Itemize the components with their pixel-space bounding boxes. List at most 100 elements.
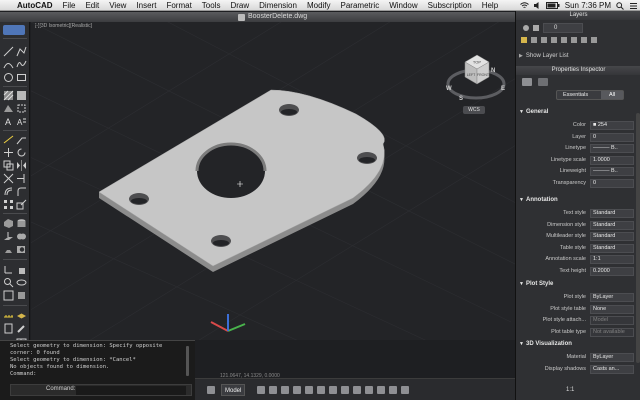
polyline-icon[interactable] xyxy=(16,46,27,57)
region-icon[interactable] xyxy=(3,103,14,114)
mtext-icon[interactable]: A xyxy=(16,116,27,127)
lineweight-icon[interactable] xyxy=(353,386,361,394)
property-value[interactable]: Standard xyxy=(590,232,634,241)
property-value[interactable]: ByLayer xyxy=(590,353,634,362)
battery-icon[interactable] xyxy=(545,2,560,9)
drawing-viewport[interactable]: [-][3D Isometric][Realistic] TOP LEFT FR… xyxy=(31,22,515,340)
menu-parametric[interactable]: Parametric xyxy=(336,1,385,10)
property-value[interactable]: 1:1 xyxy=(590,255,634,264)
section-plot-style[interactable]: ▼ Plot Style xyxy=(516,279,638,290)
annotation-scale-status[interactable]: 1:1 xyxy=(566,387,574,393)
menu-insert[interactable]: Insert xyxy=(131,1,161,10)
wcs-menu[interactable]: WCS xyxy=(463,106,485,114)
properties-icon[interactable] xyxy=(3,323,14,334)
viewcube-front-label[interactable]: FRONT xyxy=(477,73,490,77)
line-icon[interactable] xyxy=(3,46,14,57)
zoom-icon[interactable] xyxy=(3,277,14,288)
property-value[interactable]: 1.0000 xyxy=(590,155,634,165)
menu-file[interactable]: File xyxy=(58,1,81,10)
box-icon[interactable] xyxy=(3,218,14,229)
arc-icon[interactable] xyxy=(3,59,14,70)
boundary-icon[interactable] xyxy=(16,103,27,114)
section-3d-visualization[interactable]: ▼ 3D Visualization xyxy=(516,339,638,350)
new-layer-icon[interactable] xyxy=(521,37,527,43)
property-value[interactable]: ——— B.. xyxy=(590,144,634,153)
menu-tools[interactable]: Tools xyxy=(197,1,226,10)
circle-icon[interactable] xyxy=(3,72,14,83)
spline-icon[interactable] xyxy=(16,59,27,70)
annotation-monitor-icon[interactable] xyxy=(401,386,409,394)
property-value[interactable]: 0.2000 xyxy=(590,266,634,276)
transparency-icon[interactable] xyxy=(365,386,373,394)
dimension-icon[interactable] xyxy=(3,134,14,145)
layer-icon[interactable] xyxy=(16,310,27,321)
presspull-icon[interactable] xyxy=(3,244,14,255)
layer-previous-icon[interactable] xyxy=(571,37,577,43)
property-value[interactable]: Standard xyxy=(590,243,634,253)
volume-icon[interactable] xyxy=(533,2,541,9)
compass-west[interactable]: W xyxy=(446,86,452,92)
block-icon[interactable] xyxy=(16,290,27,301)
layer-walk-icon[interactable] xyxy=(581,37,587,43)
ortho-icon[interactable] xyxy=(281,386,289,394)
property-value[interactable]: Casts an... xyxy=(590,364,634,374)
move-icon[interactable] xyxy=(3,147,14,158)
tab-all[interactable]: All xyxy=(601,91,623,99)
ucs-icon[interactable] xyxy=(3,264,14,275)
dynamic-ucs-icon[interactable] xyxy=(329,386,337,394)
menu-edit[interactable]: Edit xyxy=(80,1,104,10)
command-scrollbar[interactable] xyxy=(186,346,189,376)
osnap-icon[interactable] xyxy=(305,386,313,394)
layer-off-icon[interactable] xyxy=(541,37,547,43)
array-icon[interactable] xyxy=(3,199,14,210)
select-objects-icon[interactable] xyxy=(538,78,548,86)
fillet-icon[interactable] xyxy=(16,186,27,197)
group-icon[interactable] xyxy=(3,290,14,301)
property-value[interactable]: None xyxy=(590,304,634,314)
property-value[interactable]: ByLayer xyxy=(590,293,634,302)
section-annotation[interactable]: ▼ Annotation xyxy=(516,195,638,206)
layer-isolate-icon[interactable] xyxy=(551,37,557,43)
property-value[interactable]: Standard xyxy=(590,209,634,218)
polar-icon[interactable] xyxy=(293,386,301,394)
hatch-icon[interactable] xyxy=(3,90,14,101)
layer-merge-icon[interactable] xyxy=(591,37,597,43)
property-value[interactable]: 0 xyxy=(590,178,634,188)
menu-format[interactable]: Format xyxy=(161,1,196,10)
mirror-icon[interactable] xyxy=(16,160,27,171)
leader-icon[interactable] xyxy=(16,134,27,145)
menu-subscription[interactable]: Subscription xyxy=(423,1,477,10)
selection-cycling-icon[interactable] xyxy=(389,386,397,394)
rotate-icon[interactable] xyxy=(16,147,27,158)
menu-draw[interactable]: Draw xyxy=(225,1,254,10)
viewcube-left-label[interactable]: LEFT xyxy=(467,73,476,77)
menu-window[interactable]: Window xyxy=(384,1,422,10)
layer-match-icon[interactable] xyxy=(561,37,567,43)
extend-icon[interactable] xyxy=(16,173,27,184)
wifi-icon[interactable] xyxy=(519,2,529,9)
layer-state-icon[interactable] xyxy=(523,25,529,31)
quick-properties-icon[interactable] xyxy=(377,386,385,394)
extrude-icon[interactable] xyxy=(3,231,14,242)
properties-scrollbar[interactable] xyxy=(636,113,640,363)
viewcube-top-label[interactable]: TOP xyxy=(473,60,481,65)
orbit-icon[interactable] xyxy=(16,277,27,288)
tab-essentials[interactable]: Essentials xyxy=(563,92,588,98)
menu-help[interactable]: Help xyxy=(477,1,503,10)
compass-south[interactable]: S xyxy=(459,96,463,102)
union-icon[interactable] xyxy=(16,231,27,242)
dynamic-input-icon[interactable] xyxy=(341,386,349,394)
clock[interactable]: Sun 7:36 PM xyxy=(565,1,611,10)
rectangle-icon[interactable] xyxy=(16,72,27,83)
property-value[interactable]: Model xyxy=(590,316,634,325)
gradient-icon[interactable] xyxy=(16,90,27,101)
show-layer-list-toggle[interactable]: ▶ Show Layer List xyxy=(519,53,569,59)
menu-dimension[interactable]: Dimension xyxy=(254,1,302,10)
menu-view[interactable]: View xyxy=(104,1,131,10)
property-value[interactable]: Not available xyxy=(590,327,634,337)
app-menu[interactable]: AutoCAD xyxy=(16,1,58,10)
spotlight-icon[interactable] xyxy=(616,1,624,10)
current-layer-dropdown[interactable]: 0 xyxy=(543,23,583,33)
grid-icon[interactable] xyxy=(257,386,265,394)
command-input[interactable] xyxy=(76,386,186,395)
